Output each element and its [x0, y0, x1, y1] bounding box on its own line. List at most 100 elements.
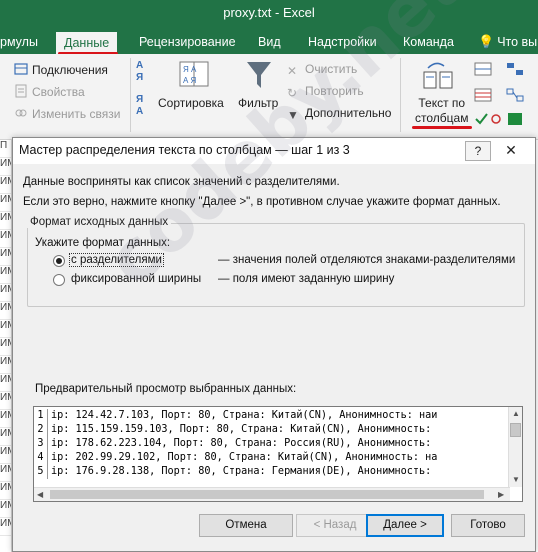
clear-filter-label: Очистить — [305, 62, 358, 76]
worksheet-left-column: П ИМ ИМ ИМ ИМ ИМ ИМ ИМ ИМ ИМ ИМ ИМ ИМ ИМ… — [0, 140, 12, 552]
next-button[interactable]: Далее > — [366, 514, 444, 537]
ribbon-separator — [400, 58, 401, 132]
fixed-width-radio[interactable] — [53, 274, 65, 286]
help-button[interactable]: ? — [465, 141, 491, 161]
advanced-filter-button[interactable]: ▼ Дополнительно — [287, 106, 391, 122]
cell[interactable]: ИМ — [0, 356, 11, 374]
filter-button[interactable] — [246, 60, 272, 93]
fixed-width-option-description: — поля имеют заданную ширину — [218, 273, 395, 285]
text-to-columns-icon — [423, 62, 453, 89]
cell[interactable]: ИМ — [0, 518, 11, 536]
cell[interactable]: ИМ — [0, 464, 11, 482]
preview-row-text: ip: 124.42.7.103, Порт: 80, Страна: Кита… — [51, 410, 438, 421]
text-to-columns-label: Текст по столбцам — [415, 96, 468, 126]
preview-label: Предварительный просмотр выбранных данны… — [35, 383, 297, 395]
connections-button[interactable]: Подключения — [14, 62, 108, 77]
tab-review[interactable]: Рецензирование — [139, 30, 236, 54]
preview-row-number: 1 — [34, 409, 48, 423]
edit-links-button[interactable]: Изменить связи — [14, 106, 120, 121]
cell[interactable]: ИМ — [0, 446, 11, 464]
scroll-left-icon[interactable]: ◀ — [37, 490, 43, 499]
cell[interactable]: ИМ — [0, 428, 11, 446]
cell[interactable]: ИМ — [0, 500, 11, 518]
sort-za-icon: Я А — [136, 94, 144, 117]
preview-horizontal-scrollbar[interactable]: ◀ ▶ — [34, 487, 510, 501]
cell[interactable]: ИМ — [0, 284, 11, 302]
data-preview-box[interactable]: 1 ip: 124.42.7.103, Порт: 80, Страна: Кит… — [33, 406, 523, 502]
reapply-label: Повторить — [305, 84, 364, 98]
data-model-icon — [508, 113, 522, 125]
preview-vertical-scrollbar[interactable]: ▲ ▼ — [508, 407, 522, 487]
close-button[interactable]: ✕ — [495, 141, 527, 161]
cell[interactable]: ИМ — [0, 374, 11, 392]
sort-az-icon: А Я — [136, 60, 144, 83]
cell[interactable]: ИМ — [0, 338, 11, 356]
preview-row-number: 5 — [34, 465, 48, 479]
cell[interactable]: ИМ — [0, 302, 11, 320]
text-import-wizard-dialog: Мастер распределения текста по столбцам … — [12, 137, 536, 552]
fixed-width-option-label[interactable]: фиксированной ширины — [71, 273, 201, 285]
cell[interactable]: ИМ — [0, 266, 11, 284]
horizontal-scroll-thumb[interactable] — [50, 490, 484, 499]
svg-text:Я А: Я А — [183, 65, 197, 74]
format-prompt: Укажите формат данных: — [35, 237, 171, 249]
cell[interactable]: ИМ — [0, 392, 11, 410]
sort-button[interactable]: Я А А Я — [178, 60, 210, 91]
edit-links-label: Изменить связи — [32, 107, 121, 121]
data-model-button[interactable] — [506, 112, 524, 129]
preview-row: 1 ip: 124.42.7.103, Порт: 80, Страна: Кит… — [34, 409, 510, 423]
tab-tell-me[interactable]: 💡 Что вы — [478, 30, 537, 54]
properties-button[interactable]: Свойства — [14, 84, 85, 99]
dialog-title: Мастер распределения текста по столбцам … — [19, 143, 350, 157]
tab-team[interactable]: Команда — [403, 30, 454, 54]
cell[interactable]: ИМ — [0, 482, 11, 500]
cell[interactable]: ИМ — [0, 230, 11, 248]
filter-label: Фильтр — [238, 96, 279, 110]
cell[interactable]: ИМ — [0, 158, 11, 176]
vertical-scroll-thumb[interactable] — [510, 423, 521, 437]
text-to-columns-button[interactable] — [422, 60, 456, 93]
delimited-option-label[interactable]: с разделителями — [69, 253, 164, 267]
data-validation-icon — [475, 113, 501, 125]
preview-row-text: ip: 202.99.29.102, Порт: 80, Страна: Кит… — [51, 452, 438, 463]
lightbulb-icon: 💡 — [478, 34, 495, 49]
cell[interactable]: ИМ — [0, 194, 11, 212]
delimited-radio[interactable] — [53, 255, 65, 267]
cell[interactable]: ИМ — [0, 410, 11, 428]
preview-row-text: ip: 176.9.28.138, Порт: 80, Страна: Герм… — [51, 466, 432, 477]
flash-fill-icon — [474, 62, 492, 76]
sort-az-button[interactable]: А Я — [136, 60, 152, 84]
scroll-right-icon[interactable]: ▶ — [498, 490, 504, 499]
data-validation-button[interactable] — [474, 112, 504, 129]
cancel-button[interactable]: Отмена — [199, 514, 293, 537]
cell[interactable]: ИМ — [0, 320, 11, 338]
flash-fill-button[interactable] — [474, 62, 492, 79]
sort-za-button[interactable]: Я А — [136, 94, 152, 118]
reapply-icon: ↻ — [287, 86, 298, 100]
tab-view[interactable]: Вид — [258, 30, 281, 54]
cell[interactable]: ИМ — [0, 176, 11, 194]
excel-title-bar: proxy.txt - Excel — [0, 0, 538, 30]
clear-filter-button[interactable]: ✕ Очистить — [287, 62, 357, 78]
svg-text:А Я: А Я — [183, 76, 197, 85]
remove-duplicates-button[interactable] — [474, 88, 492, 105]
consolidate-button[interactable] — [506, 62, 524, 79]
scroll-down-icon[interactable]: ▼ — [512, 475, 520, 484]
scroll-up-icon[interactable]: ▲ — [512, 409, 520, 418]
tab-formulas[interactable]: рмулы — [0, 30, 38, 54]
text-to-columns-label-line2: столбцам — [415, 111, 469, 125]
tab-data[interactable]: Данные — [56, 32, 118, 54]
finish-button[interactable]: Готово — [451, 514, 525, 537]
cell[interactable]: ИМ — [0, 212, 11, 230]
cell[interactable]: П — [0, 140, 11, 158]
source-format-group-label: Формат исходных данных — [27, 216, 172, 228]
ribbon-data-panel: Подключения Свойства Изменить связи А Я … — [0, 54, 538, 140]
tab-addins[interactable]: Надстройки — [308, 30, 377, 54]
reapply-button[interactable]: ↻ Повторить — [287, 84, 364, 100]
dialog-title-bar[interactable]: Мастер распределения текста по столбцам … — [13, 138, 535, 164]
relationships-button[interactable] — [506, 88, 524, 105]
cell[interactable]: ИМ — [0, 248, 11, 266]
properties-label: Свойства — [32, 85, 85, 99]
connections-icon — [14, 63, 28, 75]
back-button[interactable]: < Назад — [296, 514, 374, 537]
